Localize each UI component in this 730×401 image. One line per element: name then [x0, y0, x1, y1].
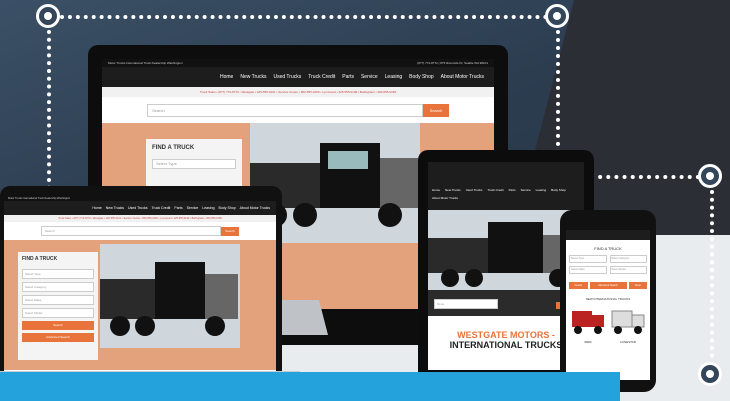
tablet-nav-leasing[interactable]: Leasing: [536, 188, 547, 192]
laptop-nav-used[interactable]: Used Trucks: [128, 206, 147, 210]
tablet-nav-credit[interactable]: Truck Credit: [487, 188, 503, 192]
laptop-nav-new[interactable]: New Trucks: [106, 206, 124, 210]
laptop-select-model[interactable]: Select Model: [22, 308, 94, 318]
laptop-nav-body[interactable]: Body Shop: [219, 206, 236, 210]
laptop-site: Motor Trucks International Truck Dealers…: [4, 196, 276, 376]
find-truck-title: FIND A TRUCK: [152, 145, 195, 151]
tablet-nav: Home New Trucks Used Trucks Truck Credit…: [428, 162, 584, 196]
desktop-ticker: Truck Sales • (877) 772-8772 • Westgate …: [102, 87, 494, 97]
laptop-select-type[interactable]: Select Type: [22, 269, 94, 279]
nav-body-shop[interactable]: Body Shop: [409, 74, 433, 80]
dotted-line-top: [60, 15, 548, 19]
phone-truck-card-2[interactable]: LONESTAR: [610, 305, 646, 344]
laptop-select-make[interactable]: Select Make: [22, 295, 94, 305]
phone-select-row-1: Select Type Select Category: [566, 255, 650, 263]
phone-new-trucks-title: NEW INTERNATIONAL TRUCKS: [585, 297, 631, 301]
phone-search-btn[interactable]: Search: [569, 282, 588, 289]
phone-truck-red-image: [572, 311, 604, 334]
tablet-nav-home[interactable]: Home: [432, 188, 440, 192]
phone-select-category[interactable]: Select Category: [609, 255, 647, 263]
phone-truck-1-label: 9900i: [584, 340, 592, 344]
laptop-find-panel: FIND A TRUCK Select Type Select Category…: [18, 252, 98, 360]
tablet-nav-body[interactable]: Body Shop: [551, 188, 566, 192]
phone-truck-card-1[interactable]: 9900i: [570, 305, 606, 344]
phone-select-type[interactable]: Select Type: [569, 255, 607, 263]
laptop: Motor Trucks International Truck Dealers…: [0, 186, 282, 376]
phone: FIND A TRUCK Select Type Select Category…: [560, 210, 656, 392]
laptop-tagline: Motor Trucks International Truck Dealers…: [8, 197, 71, 200]
node-top-right: [545, 4, 569, 28]
phone-truck-white-image: [611, 310, 645, 334]
phone-truck-grid: 9900i LONESTAR: [566, 305, 650, 344]
dotted-line-left: [47, 30, 51, 190]
tagline: Motor Trucks International Truck Dealers…: [108, 61, 183, 65]
select-type[interactable]: Select Type: [152, 159, 236, 169]
desktop-search-row: Search Search: [102, 97, 494, 123]
dotted-line-right: [556, 30, 560, 170]
tablet-nav-used[interactable]: Used Trucks: [466, 188, 483, 192]
laptop-hero: FIND A TRUCK Select Type Select Category…: [4, 240, 276, 370]
nav-home[interactable]: Home: [220, 74, 233, 80]
laptop-find-title: FIND A TRUCK: [22, 256, 58, 262]
nav-parts[interactable]: Parts: [342, 74, 354, 80]
phone-advanced-search[interactable]: Advanced Search: [589, 282, 627, 289]
laptop-search-button[interactable]: Search: [221, 226, 239, 236]
nav-new-trucks[interactable]: New Trucks: [240, 74, 266, 80]
laptop-nav-parts[interactable]: Parts: [174, 206, 182, 210]
search-button[interactable]: Search: [423, 103, 449, 117]
blue-footer-bar: [0, 372, 620, 401]
laptop-nav: Home New Trucks Used Trucks Truck Credit…: [4, 201, 276, 215]
phone-find-title: FIND A TRUCK: [594, 246, 622, 251]
contact-info: (877) 772-8772 | 875 Riverside Dr, Seatt…: [417, 61, 488, 65]
phone-truck-2-label: LONESTAR: [620, 340, 636, 344]
phone-select-make[interactable]: Select Make: [569, 266, 607, 274]
nav-truck-credit[interactable]: Truck Credit: [308, 74, 335, 80]
nav-leasing[interactable]: Leasing: [385, 74, 403, 80]
node-mid-right: [698, 164, 722, 188]
phone-select-model[interactable]: Select Model: [609, 266, 647, 274]
dotted-line-mid: [590, 175, 700, 179]
laptop-search-btn[interactable]: Search: [22, 321, 94, 330]
desktop-topbar: Motor Trucks International Truck Dealers…: [102, 59, 494, 67]
laptop-nav-home[interactable]: Home: [92, 206, 101, 210]
node-top-left: [36, 4, 60, 28]
phone-select-row-2: Select Make Select Model: [566, 263, 650, 274]
desktop-nav: Home New Trucks Used Trucks Truck Credit…: [102, 67, 494, 87]
search-input[interactable]: Search: [147, 103, 423, 117]
phone-button-row: Search Advanced Search Clear: [566, 274, 650, 289]
dotted-line-far-right: [710, 190, 714, 358]
phone-site: FIND A TRUCK Select Type Select Category…: [566, 230, 650, 380]
tablet-nav-parts[interactable]: Parts: [509, 188, 516, 192]
tablet-nav-new[interactable]: New Trucks: [445, 188, 461, 192]
phone-clear-btn[interactable]: Clear: [628, 282, 647, 289]
laptop-nav-leasing[interactable]: Leasing: [202, 206, 214, 210]
nav-used-trucks[interactable]: Used Trucks: [273, 74, 301, 80]
node-bottom-right: [698, 362, 722, 386]
phone-nav: [566, 230, 650, 240]
nav-about[interactable]: About Motor Trucks: [441, 74, 484, 80]
laptop-select-category[interactable]: Select Category: [22, 282, 94, 292]
tablet-about-link[interactable]: About Motor Trucks: [428, 196, 584, 210]
laptop-search-input[interactable]: Search: [41, 226, 221, 236]
tablet-nav-service[interactable]: Service: [521, 188, 531, 192]
laptop-ticker: Truck Sales • (877) 772-8772 • Westgate …: [4, 215, 276, 222]
laptop-nav-about[interactable]: About Motor Trucks: [240, 206, 270, 210]
laptop-nav-credit[interactable]: Truck Credit: [151, 206, 170, 210]
laptop-search-row: Search Search: [4, 222, 276, 240]
laptop-truck-image: [100, 244, 240, 348]
laptop-advanced-search[interactable]: Advanced Search: [22, 333, 94, 342]
nav-service[interactable]: Service: [361, 74, 378, 80]
laptop-nav-service[interactable]: Service: [187, 206, 199, 210]
tablet-filter-select[interactable]: None: [434, 299, 498, 309]
